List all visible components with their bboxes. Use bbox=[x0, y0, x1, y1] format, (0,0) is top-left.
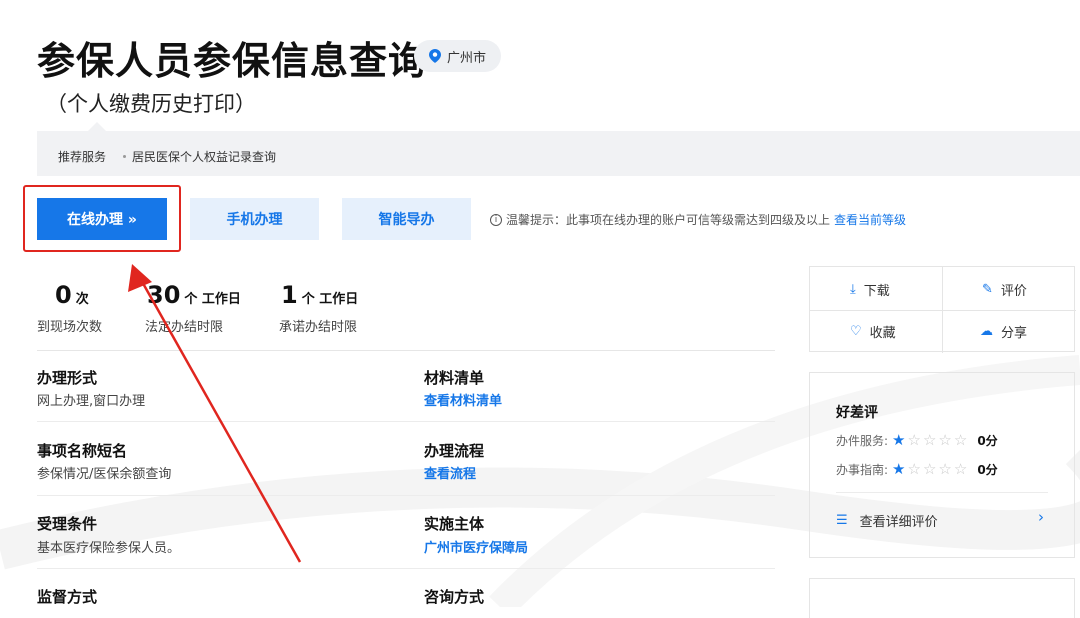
annotation-arrow bbox=[128, 264, 302, 563]
